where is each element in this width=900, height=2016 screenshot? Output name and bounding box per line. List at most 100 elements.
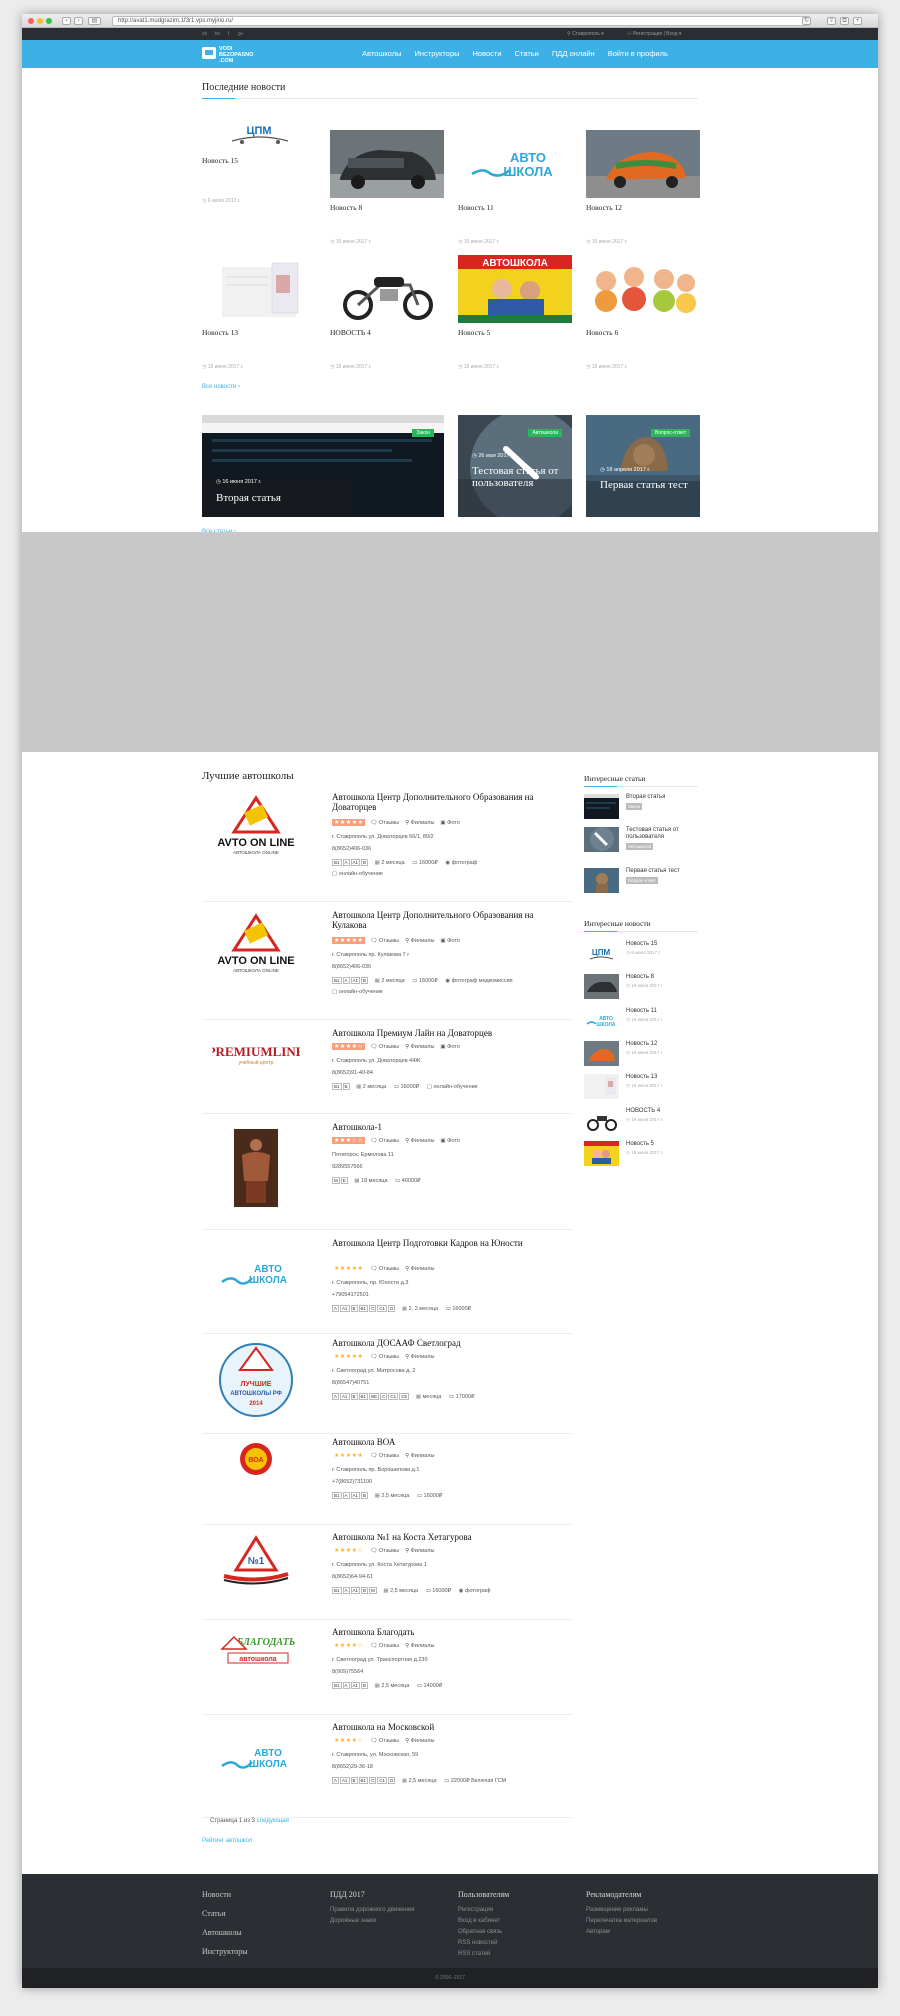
reviews-link[interactable]: 🗨 Отзывы bbox=[370, 1453, 399, 1459]
all-news-link[interactable]: Все новости › bbox=[202, 384, 240, 390]
reviews-link[interactable]: 🗨 Отзывы bbox=[370, 820, 399, 826]
footer-link-articles[interactable]: Статьи bbox=[202, 1909, 248, 1918]
reviews-link[interactable]: 🗨 Отзывы bbox=[370, 938, 399, 944]
forward-icon[interactable]: › bbox=[74, 17, 83, 25]
news-card[interactable]: Новость 6 bbox=[586, 255, 700, 337]
footer-link-feedback[interactable]: Обратная связь bbox=[458, 1929, 509, 1935]
school-logo[interactable]: AVTO ON LINE АВТОШКОЛА ONLINE bbox=[212, 794, 300, 872]
branches-link[interactable]: ⚲ Филиалы bbox=[405, 1354, 434, 1360]
region-selector[interactable]: ⚲ Ставрополь ▾ bbox=[567, 31, 604, 37]
school-logo[interactable]: PREMIUMLINE учебный центр bbox=[212, 1030, 300, 1108]
new-tab-icon[interactable]: + bbox=[853, 17, 862, 25]
photo-link[interactable]: ▣ Фото bbox=[440, 1044, 459, 1050]
vk-icon[interactable]: vk bbox=[202, 31, 207, 37]
news-card[interactable]: АВТОШКОЛА Новость 5 bbox=[458, 255, 572, 337]
nav-autoschools[interactable]: Автошколы bbox=[362, 40, 402, 68]
sidebar-toggle-icon[interactable]: ▤ bbox=[88, 17, 101, 25]
footer-link-news[interactable]: Новости bbox=[202, 1890, 248, 1899]
news-card[interactable]: ЦПМ Новость 15 bbox=[202, 117, 316, 165]
twitter-icon[interactable]: tw bbox=[215, 31, 220, 37]
reviews-link[interactable]: 🗨 Отзывы bbox=[370, 1044, 399, 1050]
footer-link-signs[interactable]: Дорожные знаки bbox=[330, 1918, 415, 1924]
nav-articles[interactable]: Статьи bbox=[515, 40, 539, 68]
news-title[interactable]: НОВОСТЬ 4 bbox=[330, 328, 444, 337]
news-card[interactable]: Новость 8 bbox=[330, 130, 444, 212]
news-card[interactable]: Новость 13 bbox=[202, 255, 316, 337]
footer-link-instructors[interactable]: Инструкторы bbox=[202, 1947, 248, 1956]
school-name[interactable]: Автошкола Благодать bbox=[332, 1627, 562, 1637]
branches-link[interactable]: ⚲ Филиалы bbox=[405, 1266, 434, 1272]
photo-link[interactable]: ▣ Фото bbox=[440, 1138, 459, 1144]
rating-link[interactable]: Рейтинг автошкол bbox=[202, 1838, 252, 1844]
google-plus-icon[interactable]: g+ bbox=[238, 31, 244, 37]
nav-pdd-online[interactable]: ПДД онлайн bbox=[552, 40, 595, 68]
news-title[interactable]: Новость 15 bbox=[202, 156, 316, 165]
branches-link[interactable]: ⚲ Филиалы bbox=[405, 820, 434, 826]
footer-link-rss-articles[interactable]: RSS статей bbox=[458, 1951, 509, 1957]
news-title[interactable]: Новость 12 bbox=[586, 203, 700, 212]
reviews-link[interactable]: 🗨 Отзывы bbox=[370, 1266, 399, 1272]
footer-link-register[interactable]: Регистрация bbox=[458, 1907, 509, 1913]
site-logo[interactable]: VODI BEZOPASNO .COM bbox=[202, 44, 262, 64]
reviews-link[interactable]: 🗨 Отзывы bbox=[370, 1138, 399, 1144]
login-link[interactable]: ⚇ Регистрация | Вход ▾ bbox=[627, 31, 681, 37]
nav-instructors[interactable]: Инструкторы bbox=[415, 40, 460, 68]
footer-link-cabinet[interactable]: Вход в кабинет bbox=[458, 1918, 509, 1924]
school-logo[interactable]: АВТО ШКОЛА bbox=[212, 1724, 300, 1802]
nav-login-profile[interactable]: Войти в профиль bbox=[608, 40, 668, 68]
news-title[interactable]: Новость 13 bbox=[202, 328, 316, 337]
next-page-link[interactable]: следующая bbox=[257, 1818, 289, 1824]
school-logo[interactable]: БЛАГОДАТЬ автошкола bbox=[212, 1629, 300, 1707]
footer-link-reprint[interactable]: Перепечатка материалов bbox=[586, 1918, 657, 1924]
school-logo[interactable]: ЛУЧШИЕ АВТОШКОЛЫ РФ 2014 bbox=[212, 1340, 300, 1418]
reload-icon[interactable]: ↻ bbox=[802, 17, 811, 25]
school-logo[interactable]: АВТО ШКОЛА bbox=[212, 1240, 300, 1318]
school-name[interactable]: Автошкола №1 на Коста Хетагурова bbox=[332, 1532, 562, 1542]
news-card[interactable]: Новость 12 bbox=[586, 130, 700, 212]
school-logo[interactable]: AVTO ON LINE АВТОШКОЛА ONLINE bbox=[212, 912, 300, 990]
close-window-icon[interactable] bbox=[28, 18, 34, 24]
footer-link-authors[interactable]: Авторам bbox=[586, 1929, 657, 1935]
facebook-icon[interactable]: f bbox=[228, 31, 229, 37]
branches-link[interactable]: ⚲ Филиалы bbox=[405, 1138, 434, 1144]
news-card[interactable]: НОВОСТЬ 4 bbox=[330, 255, 444, 337]
news-title[interactable]: Новость 11 bbox=[458, 203, 572, 212]
branches-link[interactable]: ⚲ Филиалы bbox=[405, 938, 434, 944]
nav-news[interactable]: Новости bbox=[473, 40, 502, 68]
footer-link-rss-news[interactable]: RSS новостей bbox=[458, 1940, 509, 1946]
school-logo[interactable]: ВОА bbox=[212, 1439, 300, 1517]
branches-link[interactable]: ⚲ Филиалы bbox=[405, 1453, 434, 1459]
school-name[interactable]: Автошкола Премиум Лайн на Доваторцев bbox=[332, 1028, 562, 1038]
reviews-link[interactable]: 🗨 Отзывы bbox=[370, 1354, 399, 1360]
reviews-link[interactable]: 🗨 Отзывы bbox=[370, 1548, 399, 1554]
branches-link[interactable]: ⚲ Филиалы bbox=[405, 1548, 434, 1554]
back-icon[interactable]: ‹ bbox=[62, 17, 71, 25]
branches-link[interactable]: ⚲ Филиалы bbox=[405, 1738, 434, 1744]
school-name[interactable]: Автошкола-1 bbox=[332, 1122, 562, 1132]
news-card[interactable]: АВТО ШКОЛА Новость 11 bbox=[458, 130, 572, 212]
footer-link-rules[interactable]: Правила дорожного движения bbox=[330, 1907, 415, 1913]
school-logo[interactable] bbox=[212, 1122, 300, 1214]
school-name[interactable]: Автошкола Центр Подготовки Кадров на Юно… bbox=[332, 1238, 562, 1248]
school-name[interactable]: Автошкола ДОСААФ Светлоград bbox=[332, 1338, 562, 1348]
article-card[interactable]: Автошкола ◷ 26 мая 2017 г. Тестовая стат… bbox=[458, 415, 572, 517]
branches-link[interactable]: ⚲ Филиалы bbox=[405, 1044, 434, 1050]
school-name[interactable]: Автошкола ВОА bbox=[332, 1437, 562, 1447]
share-icon[interactable]: ⇪ bbox=[827, 17, 836, 25]
article-card[interactable]: Вопрос-ответ ◷ 18 апреля 2017 г. Первая … bbox=[586, 415, 700, 517]
news-title[interactable]: Новость 8 bbox=[330, 203, 444, 212]
school-logo[interactable]: №1 bbox=[212, 1534, 300, 1612]
school-name[interactable]: Автошкола Центр Дополнительного Образова… bbox=[332, 910, 562, 930]
news-title[interactable]: Новость 5 bbox=[458, 328, 572, 337]
news-title[interactable]: Новость 6 bbox=[586, 328, 700, 337]
article-card[interactable]: Закон ◷ 16 июня 2017 г. Вторая статья bbox=[202, 415, 444, 517]
address-bar[interactable]: http://avat1.mudgrazim.1f3r1.vps.myjino.… bbox=[112, 16, 810, 26]
footer-link-autoschools[interactable]: Автошколы bbox=[202, 1928, 248, 1937]
reviews-link[interactable]: 🗨 Отзывы bbox=[370, 1738, 399, 1744]
reviews-link[interactable]: 🗨 Отзывы bbox=[370, 1643, 399, 1649]
branches-link[interactable]: ⚲ Филиалы bbox=[405, 1643, 434, 1649]
footer-link-ads[interactable]: Размещение рекламы bbox=[586, 1907, 657, 1913]
photo-link[interactable]: ▣ Фото bbox=[440, 938, 459, 944]
school-name[interactable]: Автошкола на Московской bbox=[332, 1722, 562, 1732]
photo-link[interactable]: ▣ Фото bbox=[440, 820, 459, 826]
